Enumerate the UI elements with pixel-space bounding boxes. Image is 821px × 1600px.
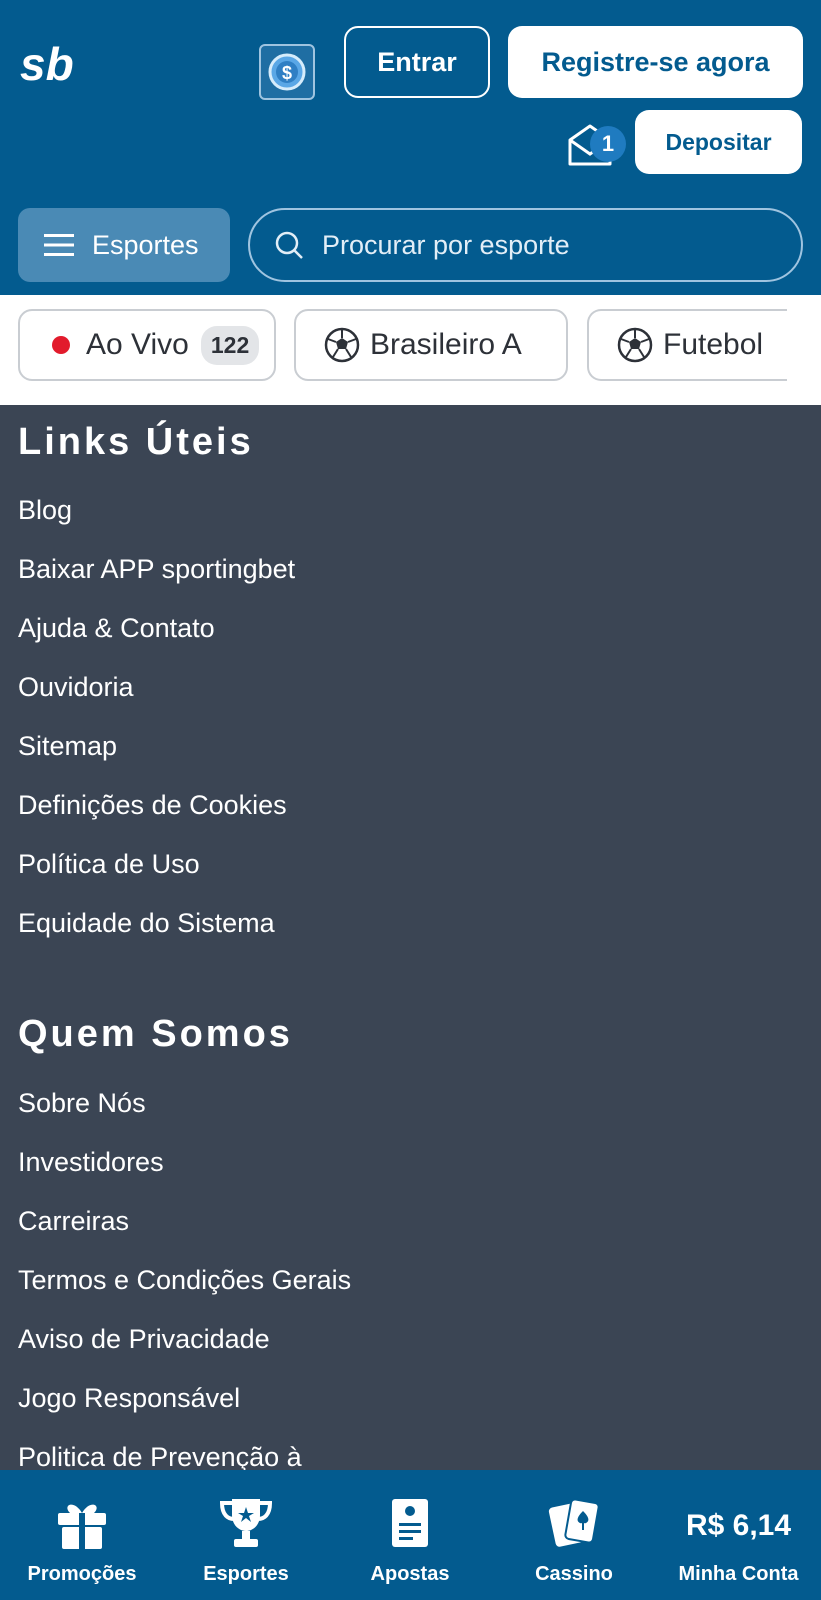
sports-menu-label: Esportes (92, 229, 199, 260)
live-dot-icon (52, 336, 70, 354)
svg-text:$: $ (282, 63, 292, 83)
bottom-navigation: Promoções Esportes Apostas Cassino R$ 6,… (0, 1470, 821, 1600)
svg-text:sb: sb (20, 40, 74, 90)
link-system-fairness[interactable]: Equidade do Sistema (18, 908, 275, 939)
live-count-badge: 122 (200, 325, 260, 365)
mail-count-badge: 1 (590, 126, 626, 162)
link-download-app[interactable]: Baixar APP sportingbet (18, 554, 295, 585)
search-placeholder: Procurar por esporte (322, 229, 570, 260)
link-careers[interactable]: Carreiras (18, 1206, 129, 1237)
nav-promotions-label: Promoções (27, 1563, 137, 1585)
account-balance: R$ 6,14 (685, 1509, 792, 1542)
link-sitemap[interactable]: Sitemap (18, 731, 117, 762)
nav-bets[interactable]: Apostas (328, 1470, 492, 1600)
register-button[interactable]: Registre-se agora (508, 26, 803, 98)
cards-icon (548, 1498, 600, 1547)
nav-casino[interactable]: Cassino (492, 1470, 656, 1600)
coin-icon[interactable]: $ (259, 44, 315, 100)
trophy-icon (219, 1499, 273, 1547)
link-privacy-notice[interactable]: Aviso de Privacidade (18, 1324, 270, 1355)
search-icon (275, 231, 303, 259)
section-title-quem-somos: Quem Somos (18, 1013, 293, 1055)
quick-links-bar: Ao Vivo 122 Brasileiro A Futebol (0, 295, 821, 405)
login-button[interactable]: Entrar (344, 26, 490, 98)
soccer-ball-icon (617, 327, 653, 363)
nav-sports[interactable]: Esportes (164, 1470, 328, 1600)
sportingbet-logo[interactable]: sb (18, 40, 96, 90)
link-cookie-settings[interactable]: Definições de Cookies (18, 790, 287, 821)
chip-futebol[interactable]: Futebol (587, 309, 787, 381)
link-investors[interactable]: Investidores (18, 1147, 164, 1178)
sports-menu-button[interactable]: Esportes (18, 208, 230, 282)
link-about-us[interactable]: Sobre Nós (18, 1088, 146, 1119)
top-header: sb $ Entrar Registre-se agora 1 Deposita… (0, 0, 821, 295)
link-terms-of-use[interactable]: Política de Uso (18, 849, 200, 880)
chip-live[interactable]: Ao Vivo 122 (18, 309, 276, 381)
section-title-links-uteis: Links Úteis (18, 421, 254, 463)
footer-links: Links Úteis Blog Baixar APP sportingbet … (0, 405, 821, 1470)
nav-promotions[interactable]: Promoções (0, 1470, 164, 1600)
deposit-button[interactable]: Depositar (635, 110, 802, 174)
nav-casino-label: Cassino (535, 1563, 613, 1585)
chip-brasileiro-a[interactable]: Brasileiro A (294, 309, 568, 381)
link-general-terms[interactable]: Termos e Condições Gerais (18, 1265, 351, 1296)
chip-brasileiro-label: Brasileiro A (370, 328, 522, 361)
link-ombudsman[interactable]: Ouvidoria (18, 672, 134, 703)
link-help-contact[interactable]: Ajuda & Contato (18, 613, 215, 644)
nav-my-account[interactable]: R$ 6,14 Minha Conta (656, 1470, 821, 1600)
chip-futebol-label: Futebol (663, 328, 764, 361)
hamburger-icon (44, 234, 74, 256)
link-blog[interactable]: Blog (18, 495, 72, 526)
nav-account-label: Minha Conta (678, 1563, 799, 1585)
nav-sports-label: Esportes (203, 1563, 289, 1585)
gift-icon (58, 1504, 106, 1549)
bet-slip-icon (392, 1499, 428, 1547)
link-responsible-gaming[interactable]: Jogo Responsável (18, 1383, 240, 1414)
chip-live-label: Ao Vivo (86, 328, 189, 361)
sport-search-input[interactable]: Procurar por esporte (248, 208, 803, 282)
nav-bets-label: Apostas (370, 1563, 450, 1585)
link-prevention-policy[interactable]: Politica de Prevenção à (18, 1442, 302, 1470)
soccer-ball-icon (324, 327, 360, 363)
